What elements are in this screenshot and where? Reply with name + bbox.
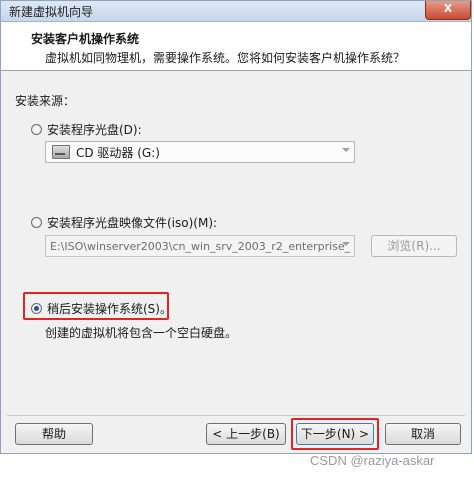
radio-installer-disc[interactable]: 安装程序光盘(D): — [31, 121, 142, 138]
drive-dropdown[interactable]: CD 驱动器 (G:) — [45, 141, 355, 163]
wizard-content: 安装来源： 安装程序光盘(D): CD 驱动器 (G:) 安装程序光盘映像文件(… — [1, 71, 471, 411]
radio-button-icon[interactable] — [31, 124, 42, 135]
radio-iso-image[interactable]: 安装程序光盘映像文件(iso)(M): — [31, 214, 217, 231]
close-button[interactable]: X — [425, 1, 471, 20]
page-title: 安装客户机操作系统 — [31, 32, 140, 46]
optical-drive-icon — [52, 145, 70, 159]
footer-divider — [7, 415, 465, 416]
radio-button-checked-icon[interactable] — [31, 303, 42, 314]
install-source-label: 安装来源： — [15, 94, 76, 108]
next-button[interactable]: 下一步(N) > — [296, 423, 374, 445]
back-button[interactable]: < 上一步(B) — [206, 423, 286, 445]
iso-path-combobox[interactable]: E:\ISO\winserver2003\cn_win_srv_2003_r2_… — [45, 235, 355, 257]
cancel-button[interactable]: 取消 — [385, 423, 461, 445]
radio-button-icon[interactable] — [31, 217, 42, 228]
title-bar[interactable]: 新建虚拟机向导 X — [1, 1, 471, 22]
install-later-description: 创建的虚拟机将包含一个空白硬盘。 — [45, 326, 238, 340]
watermark: CSDN @raziya-askar — [310, 453, 435, 468]
close-icon: X — [443, 2, 453, 15]
wizard-header: 安装客户机操作系统 虚拟机如同物理机，需要操作系统。您将如何安装客户机操作系统？ — [1, 22, 471, 71]
drive-dropdown-value: CD 驱动器 (G:) — [76, 145, 160, 160]
chevron-down-icon[interactable] — [342, 242, 350, 246]
window-title: 新建虚拟机向导 — [9, 5, 94, 19]
browse-button[interactable]: 浏览(R)... — [371, 235, 457, 257]
radio-install-later-label: 稍后安装操作系统(S)。 — [47, 302, 172, 316]
iso-path-value: E:\ISO\winserver2003\cn_win_srv_2003_r2_… — [50, 239, 351, 253]
help-button[interactable]: 帮助 — [15, 423, 93, 445]
new-vm-wizard-window: 新建虚拟机向导 X 安装客户机操作系统 虚拟机如同物理机，需要操作系统。您将如何… — [0, 0, 472, 454]
radio-install-later[interactable]: 稍后安装操作系统(S)。 — [31, 300, 172, 317]
page-description: 虚拟机如同物理机，需要操作系统。您将如何安装客户机操作系统？ — [45, 51, 406, 65]
radio-iso-image-label: 安装程序光盘映像文件(iso)(M): — [47, 216, 218, 230]
chevron-down-icon[interactable] — [342, 148, 350, 152]
radio-installer-disc-label: 安装程序光盘(D): — [47, 123, 142, 137]
